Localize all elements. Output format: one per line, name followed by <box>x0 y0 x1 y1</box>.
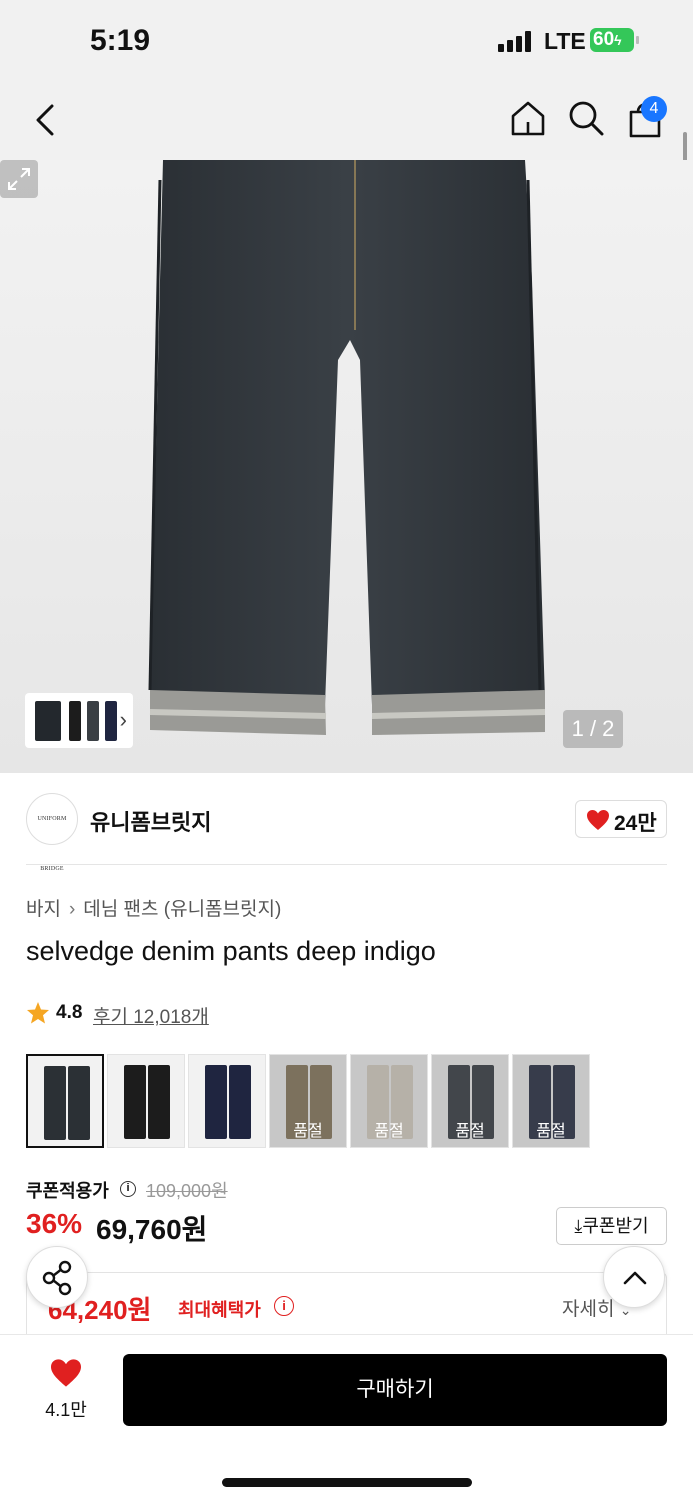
color-swatch[interactable]: 품절 <box>431 1054 509 1148</box>
chevron-right-icon: › <box>68 899 76 920</box>
max-benefit-label: 최대혜택가 <box>178 1300 261 1320</box>
color-swatch[interactable]: 품절 <box>512 1054 590 1148</box>
chevron-up-icon <box>623 1271 647 1285</box>
signal-icon <box>498 30 534 52</box>
review-count-link[interactable]: 후기 12,018개 <box>93 1002 209 1029</box>
color-swatch[interactable] <box>188 1054 266 1148</box>
share-icon <box>42 1260 72 1296</box>
expand-icon[interactable] <box>0 160 38 198</box>
color-swatch[interactable]: 품절 <box>269 1054 347 1148</box>
top-nav: 4 <box>0 80 693 160</box>
brand-logo[interactable]: UNIFORM BRIDGE <box>26 793 78 872</box>
swatch-image <box>205 1065 227 1139</box>
heart-icon <box>51 1359 81 1387</box>
soldout-label: 품절 <box>536 1123 566 1140</box>
buy-button[interactable]: 구매하기 <box>123 1354 667 1426</box>
home-indicator <box>222 1478 472 1487</box>
sale-price: 69,760원 <box>96 1214 208 1245</box>
swatch-image <box>124 1065 146 1139</box>
chevron-right-icon: › <box>119 707 127 732</box>
status-bar: 5:19 LTE 60ϟ <box>0 0 693 80</box>
battery-icon: 60ϟ <box>590 28 634 52</box>
info-icon[interactable]: i <box>120 1181 136 1197</box>
image-thumbnail-strip[interactable]: › <box>25 693 133 748</box>
brand-like-button[interactable]: 24만 <box>575 800 667 838</box>
breadcrumb-subcategory[interactable]: 데님 팬츠 (유니폼브릿지) <box>83 899 281 920</box>
home-icon[interactable] <box>508 98 548 138</box>
breadcrumb: 바지 › 데님 팬츠 (유니폼브릿지) <box>26 894 281 921</box>
soldout-label: 품절 <box>374 1123 404 1140</box>
divider <box>26 864 667 865</box>
image-pager: 1 / 2 <box>563 710 623 748</box>
heart-icon <box>587 810 609 830</box>
swatch-image <box>148 1065 170 1139</box>
original-price: 109,000원 <box>146 1181 228 1201</box>
star-icon <box>27 1002 49 1024</box>
color-swatch[interactable] <box>107 1054 185 1148</box>
product-image[interactable]: › 1 / 2 <box>0 160 693 773</box>
search-icon[interactable] <box>566 98 606 138</box>
battery-tip <box>636 36 639 44</box>
brand-name[interactable]: 유니폼브릿지 <box>90 805 211 837</box>
soldout-label: 품절 <box>293 1123 323 1140</box>
get-coupon-label: 쿠폰받기 <box>582 1216 649 1236</box>
jeans-illustration <box>148 160 546 735</box>
breadcrumb-category[interactable]: 바지 <box>26 899 61 920</box>
color-options: 품절 품절 품절 품절 <box>26 1054 646 1148</box>
status-time: 5:19 <box>90 24 151 57</box>
get-coupon-button[interactable]: ⤓쿠폰받기 <box>556 1207 667 1245</box>
share-button[interactable] <box>26 1246 88 1308</box>
product-title: selvedge denim pants deep indigo <box>26 936 436 966</box>
scroll-top-button[interactable] <box>603 1246 665 1308</box>
swatch-image <box>229 1065 251 1139</box>
soldout-label: 품절 <box>455 1123 485 1140</box>
swatch-image <box>68 1066 90 1140</box>
rating-score: 4.8 <box>56 1002 83 1023</box>
info-icon[interactable]: i <box>274 1296 294 1316</box>
wishlist-count: 4.1만 <box>45 1400 87 1420</box>
coupon-price-label: 쿠폰적용가 <box>26 1181 109 1201</box>
color-swatch[interactable]: 품절 <box>350 1054 428 1148</box>
color-swatch[interactable] <box>26 1054 104 1148</box>
carrier-label: LTE <box>544 28 586 54</box>
back-arrow-icon[interactable] <box>30 98 62 142</box>
wishlist-button[interactable]: 4.1만 <box>38 1356 94 1420</box>
cart-count-badge: 4 <box>641 96 667 122</box>
brand-like-count: 24만 <box>614 812 657 835</box>
discount-rate: 36% <box>26 1208 83 1239</box>
battery-level: 60 <box>593 29 615 50</box>
swatch-image <box>44 1066 66 1140</box>
